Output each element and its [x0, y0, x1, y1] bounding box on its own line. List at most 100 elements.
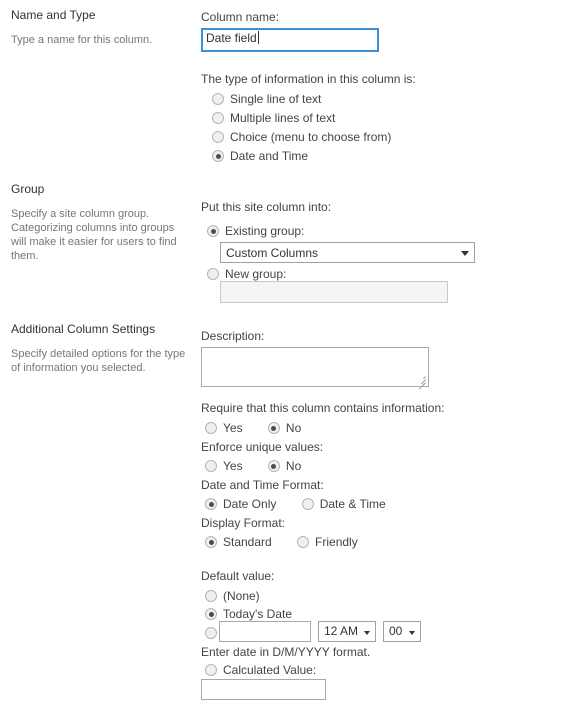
section-description: Specify a site column group. Categorizin…	[11, 208, 177, 262]
column-type-option-multiple-lines[interactable]: Multiple lines of text	[212, 110, 552, 129]
radio-label: No	[285, 459, 302, 473]
description-label: Description:	[201, 329, 265, 343]
radio-existing-group[interactable]	[207, 225, 219, 237]
require-info-option-yes[interactable]: Yes	[205, 420, 243, 437]
radio-calculated-value[interactable]	[205, 664, 217, 676]
section-additional-info: Additional Column Settings Specify detai…	[11, 322, 191, 375]
radio-label: Single line of text	[230, 92, 322, 106]
radio-standard[interactable]	[205, 536, 217, 548]
radio-date-only[interactable]	[205, 498, 217, 510]
radio-date-and-time-format[interactable]	[301, 498, 314, 510]
description-textarea[interactable]	[201, 347, 429, 390]
radio-require-yes[interactable]	[205, 422, 217, 434]
display-format-option-friendly[interactable]: Friendly	[297, 534, 358, 551]
section-name-and-type-info: Name and Type Type a name for this colum…	[11, 8, 191, 47]
default-date-hint: Enter date in D/M/YYYY format.	[201, 645, 371, 659]
calculated-value-input-wrap	[201, 679, 326, 700]
section-description: Specify detailed options for the type of…	[11, 348, 186, 374]
datetime-format-label: Date and Time Format:	[201, 478, 324, 492]
radio-unique-yes[interactable]	[205, 460, 217, 472]
radio-date-and-time[interactable]	[212, 150, 224, 162]
default-value-option-specific[interactable]	[205, 626, 217, 640]
radio-require-no[interactable]	[267, 422, 280, 434]
radio-friendly[interactable]	[297, 536, 310, 548]
resize-grip-icon[interactable]	[417, 375, 426, 390]
require-info-option-no[interactable]: No	[267, 420, 302, 437]
default-minute-select[interactable]: 00	[383, 621, 421, 642]
column-name-label-wrap: Column name:	[201, 10, 279, 28]
radio-label: Calculated Value:	[223, 663, 317, 677]
enforce-unique-radio-group: Yes No	[205, 458, 301, 477]
radio-default-todays-date[interactable]	[205, 608, 217, 620]
default-value-option-none[interactable]: (None)	[205, 588, 260, 607]
column-name-label: Column name:	[201, 10, 280, 24]
radio-choice[interactable]	[212, 131, 224, 143]
datetime-format-option-date-only[interactable]: Date Only	[205, 496, 276, 513]
radio-label: Date and Time	[230, 149, 309, 163]
radio-label: Multiple lines of text	[230, 111, 336, 125]
new-group-label: New group:	[225, 267, 287, 281]
column-type-option-single-line[interactable]: Single line of text	[212, 91, 552, 110]
section-title: Name and Type	[11, 8, 96, 22]
datetime-format-label-wrap: Date and Time Format:	[201, 478, 324, 496]
existing-group-label: Existing group:	[225, 224, 305, 238]
default-value-label-wrap: Default value:	[201, 569, 274, 587]
radio-single-line-of-text[interactable]	[212, 93, 224, 105]
radio-default-none[interactable]	[205, 590, 217, 602]
chevron-down-icon	[409, 630, 415, 635]
chevron-down-icon	[364, 630, 370, 635]
radio-default-specific-date[interactable]	[205, 627, 217, 639]
default-date-input[interactable]	[219, 621, 311, 642]
radio-new-group[interactable]	[207, 268, 219, 280]
display-format-radio-group: Standard Friendly	[205, 534, 358, 553]
column-type-label: The type of information in this column i…	[201, 72, 416, 86]
existing-group-select-value: Custom Columns	[226, 246, 319, 260]
radio-label: Today's Date	[223, 607, 292, 621]
radio-label: Standard	[223, 535, 272, 549]
default-value-label: Default value:	[201, 569, 275, 583]
enforce-unique-option-no[interactable]: No	[267, 458, 302, 475]
radio-unique-no[interactable]	[267, 460, 280, 472]
new-group-input[interactable]	[220, 281, 448, 303]
radio-label: Yes	[223, 459, 243, 473]
existing-group-select[interactable]: Custom Columns	[220, 242, 475, 263]
section-title: Group	[11, 182, 45, 196]
group-destination-label: Put this site column into:	[201, 200, 332, 214]
description-label-wrap: Description:	[201, 329, 264, 347]
require-info-radio-group: Yes No	[205, 420, 301, 439]
default-minute-select-value: 00	[389, 624, 403, 638]
radio-label: Date Only	[223, 497, 277, 511]
radio-label: Date & Time	[319, 497, 386, 511]
column-name-input-wrap: Date field	[201, 28, 379, 52]
new-group-input-wrap	[220, 281, 448, 303]
display-format-label-wrap: Display Format:	[201, 516, 285, 534]
column-name-input[interactable]	[201, 28, 379, 52]
chevron-down-icon	[461, 250, 469, 256]
enforce-unique-label-wrap: Enforce unique values:	[201, 440, 323, 458]
datetime-format-radio-group: Date Only Date & Time	[205, 496, 386, 515]
column-type-option-date-and-time[interactable]: Date and Time	[212, 148, 552, 167]
radio-multiple-lines-of-text[interactable]	[212, 112, 224, 124]
enforce-unique-option-yes[interactable]: Yes	[205, 458, 243, 475]
create-column-form: Name and Type Type a name for this colum…	[0, 0, 563, 706]
display-format-label: Display Format:	[201, 516, 286, 530]
radio-label: Yes	[223, 421, 243, 435]
require-info-label-wrap: Require that this column contains inform…	[201, 401, 444, 419]
column-type-label-wrap: The type of information in this column i…	[201, 72, 416, 90]
column-type-option-choice[interactable]: Choice (menu to choose from)	[212, 129, 552, 148]
existing-group-row[interactable]: Existing group:	[207, 223, 304, 242]
radio-label: No	[285, 421, 302, 435]
default-hour-select[interactable]: 12 AM	[318, 621, 376, 642]
section-title: Additional Column Settings	[11, 322, 156, 336]
datetime-format-option-date-and-time[interactable]: Date & Time	[301, 496, 386, 513]
radio-label: Friendly	[315, 535, 358, 549]
default-date-hint-wrap: Enter date in D/M/YYYY format.	[201, 645, 370, 660]
column-type-radio-group: Single line of text Multiple lines of te…	[212, 91, 552, 167]
section-description: Type a name for this column.	[11, 34, 153, 46]
section-group-info: Group Specify a site column group. Categ…	[11, 182, 191, 263]
radio-label: (None)	[223, 589, 260, 603]
radio-label: Choice (menu to choose from)	[230, 130, 392, 144]
require-info-label: Require that this column contains inform…	[201, 401, 445, 415]
display-format-option-standard[interactable]: Standard	[205, 534, 272, 551]
calculated-value-input[interactable]	[201, 679, 326, 700]
